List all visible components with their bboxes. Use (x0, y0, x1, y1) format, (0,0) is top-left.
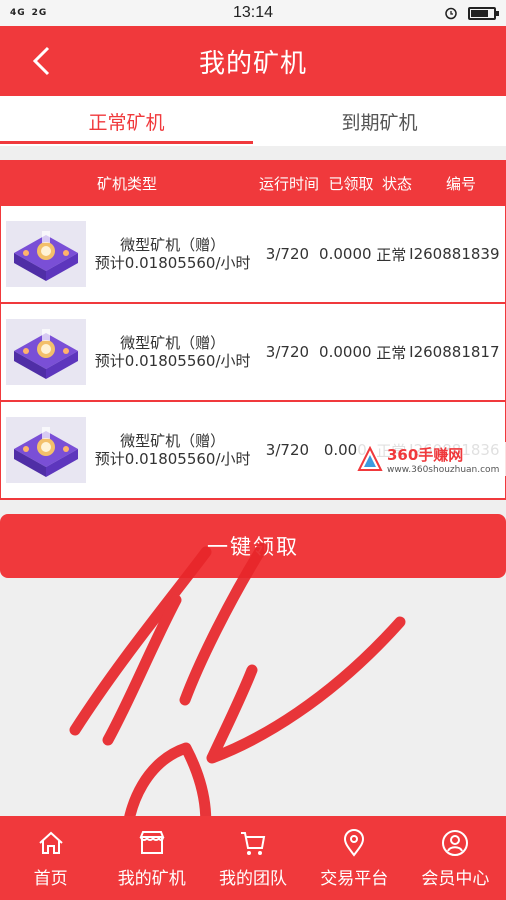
table-row[interactable]: 微型矿机（赠） 预计0.01805560/小时 3/720 0.0000 正常 … (1, 304, 505, 400)
battery-icon (468, 6, 499, 20)
miner-description: 微型矿机（赠） 预计0.01805560/小时 (88, 334, 258, 370)
miner-image (4, 317, 88, 387)
id-cell: I260881817 (409, 343, 500, 361)
runtime-cell: 3/720 (265, 441, 310, 459)
col-status: 状态 (381, 174, 412, 193)
miner-estimate: 预计0.01805560/小时 (94, 254, 251, 272)
table-row[interactable]: 微型矿机（赠） 预计0.01805560/小时 3/720 0.0000 正常 … (1, 206, 505, 302)
miner-name: 微型矿机（赠） (120, 334, 226, 352)
runtime-cell: 3/720 (265, 343, 310, 361)
col-runtime: 运行时间 (258, 174, 319, 193)
miner-image (4, 219, 88, 289)
triangle-logo-icon (357, 446, 383, 471)
miner-description: 微型矿机（赠） 预计0.01805560/小时 (88, 236, 258, 272)
watermark-logo: 360手赚网 www.360shouzhuan.com (357, 442, 506, 476)
home-icon (38, 831, 63, 854)
status-cell: 正常 (376, 343, 407, 362)
app-header: 我的矿机 (0, 26, 506, 96)
nav-my-miners[interactable]: 我的矿机 (101, 816, 202, 900)
user-icon (442, 829, 469, 856)
clock: 13:14 (232, 4, 274, 21)
col-claimed: 已领取 (328, 174, 374, 193)
nav-trading-platform[interactable]: 交易平台 (304, 816, 405, 900)
claimed-cell: 0.0000 (319, 343, 372, 361)
watermark-title: 360手赚网 (387, 445, 464, 464)
miner-image (4, 415, 88, 485)
location-pin-icon (344, 828, 365, 857)
nav-trading-platform-label: 交易平台 (320, 868, 389, 889)
claimed-cell: 0.0000 (319, 245, 372, 263)
col-type: 矿机类型 (96, 174, 157, 193)
table-header: 矿机类型 运行时间 已领取 状态 编号 (1, 160, 505, 206)
nav-home-label: 首页 (33, 868, 68, 889)
miner-description: 微型矿机（赠） 预计0.01805560/小时 (88, 432, 258, 468)
page-title: 我的矿机 (198, 48, 307, 79)
back-button[interactable] (30, 44, 52, 84)
cart-icon (241, 831, 266, 855)
miner-name: 微型矿机（赠） (120, 236, 226, 254)
alarm-icon (445, 7, 457, 20)
nav-my-team[interactable]: 我的团队 (202, 816, 303, 900)
table-row[interactable]: 微型矿机（赠） 预计0.01805560/小时 3/720 0.000 正常 I… (1, 402, 506, 498)
signal-2g: 2G (31, 7, 48, 18)
watermark-url: www.360shouzhuan.com (387, 464, 500, 475)
status-cell: 正常 (376, 245, 407, 264)
runtime-cell: 3/720 (265, 245, 310, 263)
miner-estimate: 预计0.01805560/小时 (94, 352, 251, 370)
signal-indicators: 4G 2G (10, 7, 48, 18)
signal-4g: 4G (10, 7, 26, 18)
chevron-left-icon (32, 46, 50, 76)
status-bar: 4G 2G 13:14 (0, 0, 506, 26)
miner-estimate: 预计0.01805560/小时 (94, 450, 251, 468)
nav-home[interactable]: 首页 (0, 816, 101, 900)
store-icon (139, 830, 165, 854)
tab-bar: 正常矿机 到期矿机 (0, 96, 506, 146)
nav-my-team-label: 我的团队 (219, 868, 287, 889)
col-id: 编号 (445, 174, 476, 193)
nav-member-center[interactable]: 会员中心 (405, 816, 506, 900)
miner-name: 微型矿机（赠） (120, 432, 226, 450)
claim-all-button[interactable]: 一键领取 (0, 514, 506, 578)
bottom-navigation: 首页 我的矿机 我的团队 交易平台 会员中心 (0, 816, 506, 900)
nav-my-miners-label: 我的矿机 (117, 868, 186, 889)
id-cell: I260881839 (409, 245, 500, 263)
tab-expired-miners[interactable]: 到期矿机 (253, 96, 506, 146)
tab-normal-miners[interactable]: 正常矿机 (0, 96, 253, 146)
miner-table: 矿机类型 运行时间 已领取 状态 编号 微型矿机（赠） 预计0.01805560… (0, 160, 506, 500)
nav-member-center-label: 会员中心 (421, 868, 490, 889)
